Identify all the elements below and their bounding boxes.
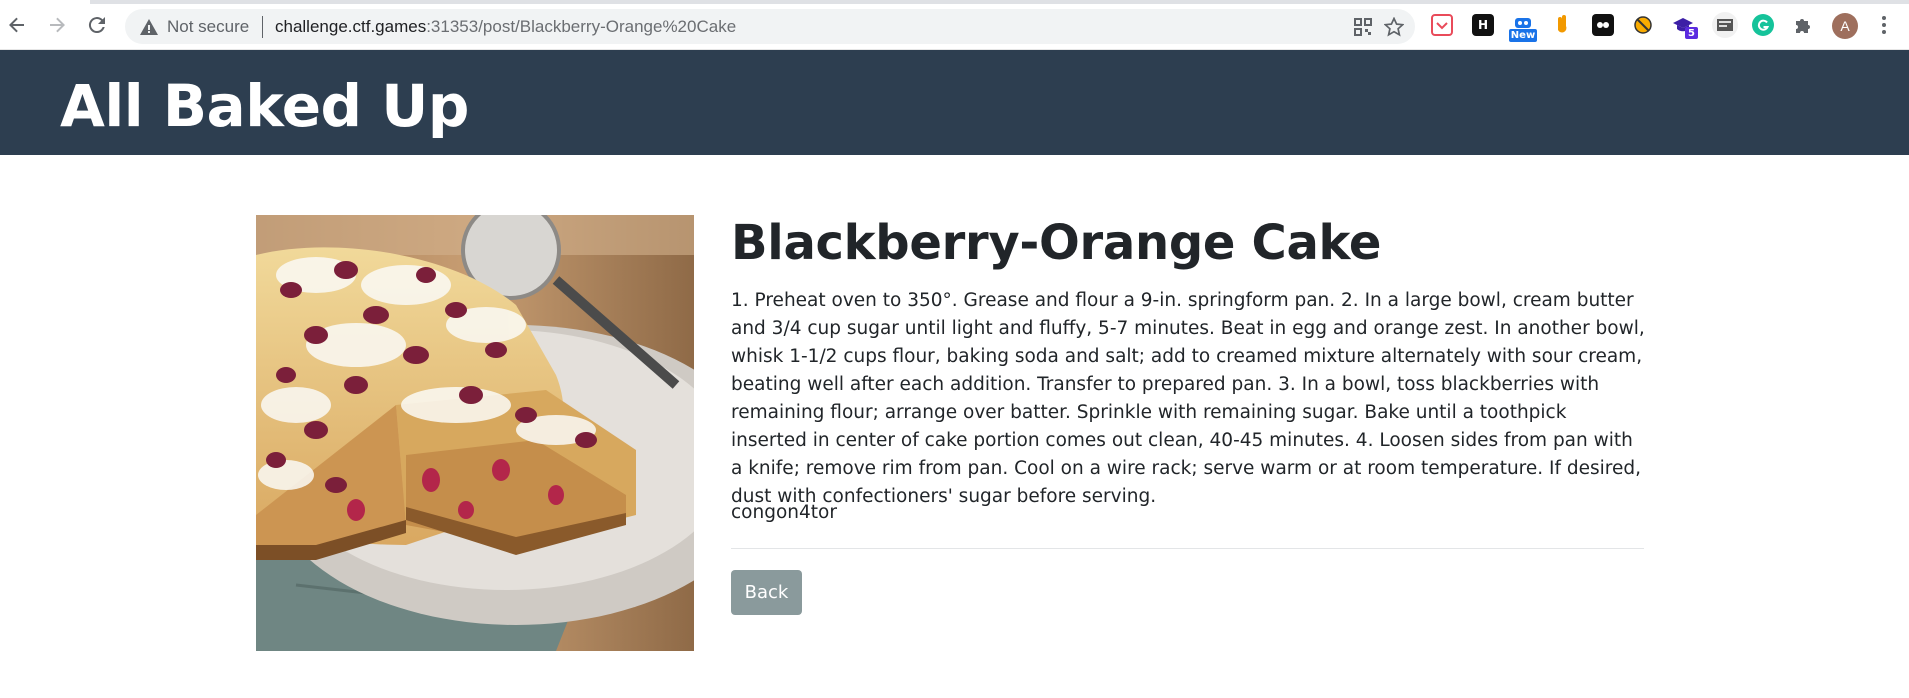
recipe-author: congon4tor xyxy=(731,502,837,523)
menu-icon[interactable] xyxy=(1876,12,1892,38)
site-header: All Baked Up xyxy=(0,50,1909,155)
browser-toolbar: Not secure challenge.ctf.games:31353/pos… xyxy=(0,0,1909,50)
security-status[interactable]: Not secure xyxy=(167,17,249,37)
qr-code-icon[interactable] xyxy=(1352,16,1374,38)
new-extension-icon[interactable]: New xyxy=(1509,12,1537,42)
profile-avatar[interactable]: A xyxy=(1832,13,1858,39)
grad-cap-icon[interactable]: 5 xyxy=(1672,14,1698,39)
grammarly-icon[interactable] xyxy=(1752,14,1774,36)
address-bar[interactable]: Not secure challenge.ctf.games:31353/pos… xyxy=(125,9,1415,44)
new-badge: New xyxy=(1509,29,1537,42)
h-icon[interactable]: H xyxy=(1472,14,1494,36)
address-separator xyxy=(262,16,263,38)
bookmark-star-icon[interactable] xyxy=(1383,16,1405,38)
warning-icon[interactable] xyxy=(139,17,159,37)
url-path: :31353/post/Blackberry-Orange%20Cake xyxy=(426,17,737,36)
recipe-instructions: 1. Preheat oven to 350°. Grease and flou… xyxy=(731,290,1645,507)
tab-strip xyxy=(0,0,1909,4)
puzzle-icon[interactable] xyxy=(1792,14,1814,36)
back-arrow-icon[interactable] xyxy=(4,12,30,38)
content-divider xyxy=(731,548,1644,549)
recipe-image xyxy=(256,215,694,651)
pocket-icon[interactable] xyxy=(1431,14,1453,36)
back-button[interactable]: Back xyxy=(731,570,802,615)
screen-icon[interactable] xyxy=(1712,12,1738,38)
forward-arrow-icon[interactable] xyxy=(44,12,70,38)
bitwarden-like-icon[interactable] xyxy=(1592,14,1614,36)
block-icon[interactable] xyxy=(1632,14,1654,36)
hand-icon[interactable] xyxy=(1552,14,1574,36)
recipe-title: Blackberry-Orange Cake xyxy=(731,215,1382,271)
active-tab[interactable] xyxy=(0,0,90,4)
grad-cap-badge: 5 xyxy=(1685,27,1698,39)
url-text[interactable]: challenge.ctf.games:31353/post/Blackberr… xyxy=(275,17,736,37)
site-title[interactable]: All Baked Up xyxy=(60,72,469,140)
url-host: challenge.ctf.games xyxy=(275,17,427,36)
reload-icon[interactable] xyxy=(84,12,110,38)
